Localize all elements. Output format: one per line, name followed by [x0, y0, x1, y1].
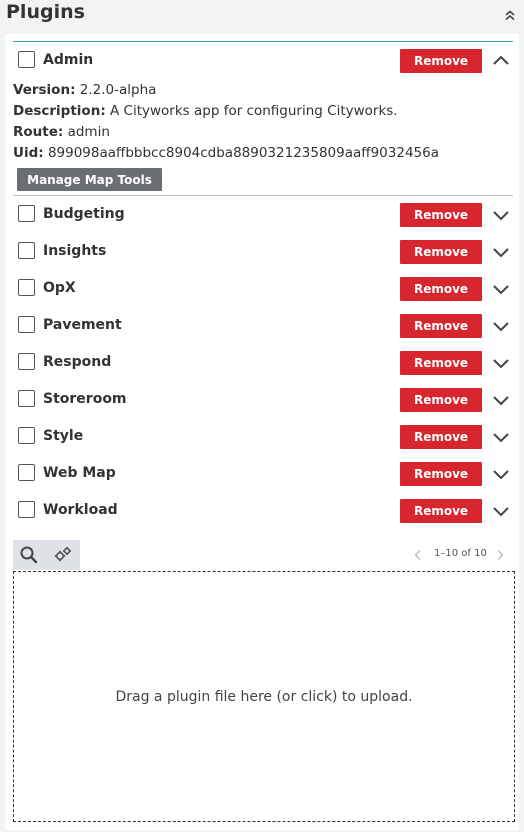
plugin-row-opx: OpX Remove: [13, 270, 513, 307]
plugin-row-admin: Admin Remove: [13, 42, 513, 79]
route-value: admin: [67, 124, 110, 140]
dropzone-text: Drag a plugin file here (or click) to up…: [115, 688, 413, 705]
remove-button[interactable]: Remove: [400, 314, 482, 338]
chevron-down-icon[interactable]: [492, 281, 510, 295]
description-value: A Cityworks app for configuring Citywork…: [110, 103, 398, 119]
remove-button[interactable]: Remove: [400, 388, 482, 412]
checkbox[interactable]: [18, 205, 35, 222]
chevron-down-icon[interactable]: [492, 244, 510, 258]
checkbox[interactable]: [18, 464, 35, 481]
remove-button[interactable]: Remove: [400, 351, 482, 375]
remove-button[interactable]: Remove: [400, 240, 482, 264]
plugin-row-style: Style Remove: [13, 418, 513, 455]
remove-button[interactable]: Remove: [400, 425, 482, 449]
chevron-down-icon[interactable]: [492, 355, 510, 369]
uid-line: Uid: 899098aaffbbbcc8904cdba889032123580…: [13, 143, 513, 164]
plugin-name: OpX: [43, 280, 76, 296]
chevron-down-icon[interactable]: [492, 429, 510, 443]
plugin-name: Budgeting: [43, 206, 125, 222]
plugin-name: Admin: [43, 52, 94, 68]
checkbox[interactable]: [18, 51, 35, 68]
chevron-right-icon[interactable]: [495, 549, 505, 561]
plugin-row-storeroom: Storeroom Remove: [13, 381, 513, 418]
remove-button[interactable]: Remove: [400, 462, 482, 486]
manage-map-tools-button[interactable]: Manage Map Tools: [17, 168, 162, 191]
version-label: Version:: [13, 82, 76, 98]
chevron-left-icon[interactable]: [413, 549, 423, 561]
checkbox[interactable]: [18, 390, 35, 407]
chevron-down-icon[interactable]: [492, 466, 510, 480]
plugin-row-respond: Respond Remove: [13, 344, 513, 381]
checkbox[interactable]: [18, 316, 35, 333]
version-line: Version: 2.2.0-alpha: [13, 80, 513, 101]
plugin-name: Pavement: [43, 317, 122, 333]
double-chevron-up-icon[interactable]: [504, 8, 516, 22]
plugin-row-pavement: Pavement Remove: [13, 307, 513, 344]
plugin-name: Respond: [43, 354, 112, 370]
uid-label: Uid:: [13, 145, 44, 161]
page-count: 1–10 of 10: [434, 548, 487, 559]
plugin-name: Storeroom: [43, 391, 127, 407]
page-title: Plugins: [6, 1, 85, 23]
gears-icon[interactable]: [53, 545, 73, 565]
checkbox[interactable]: [18, 501, 35, 518]
remove-button[interactable]: Remove: [400, 203, 482, 227]
chevron-up-icon[interactable]: [492, 53, 510, 67]
route-label: Route:: [13, 124, 64, 140]
plugin-row-budgeting: Budgeting Remove: [13, 195, 513, 233]
chevron-down-icon[interactable]: [492, 392, 510, 406]
uid-value: 899098aaffbbbcc8904cdba8890321235809aaff…: [47, 145, 439, 161]
plugin-row-web-map: Web Map Remove: [13, 455, 513, 492]
chevron-down-icon[interactable]: [492, 503, 510, 517]
plugin-name: Workload: [43, 502, 118, 518]
checkbox[interactable]: [18, 279, 35, 296]
chevron-down-icon[interactable]: [492, 207, 510, 221]
search-icon[interactable]: [19, 545, 39, 565]
version-value: 2.2.0-alpha: [79, 82, 157, 98]
plugin-name: Style: [43, 428, 84, 444]
checkbox[interactable]: [18, 427, 35, 444]
plugin-row-workload: Workload Remove: [13, 492, 513, 529]
description-line: Description: A Cityworks app for configu…: [13, 101, 513, 122]
panel-header: Plugins: [0, 0, 524, 32]
table-toolbar: [13, 540, 80, 570]
checkbox[interactable]: [18, 242, 35, 259]
chevron-down-icon[interactable]: [492, 318, 510, 332]
checkbox[interactable]: [18, 353, 35, 370]
remove-button[interactable]: Remove: [400, 499, 482, 523]
remove-button[interactable]: Remove: [400, 49, 482, 73]
plugin-name: Insights: [43, 243, 107, 259]
plugin-name: Web Map: [43, 465, 116, 481]
plugins-panel: Admin Remove Version: 2.2.0-alpha Descri…: [5, 34, 519, 830]
description-label: Description:: [13, 103, 106, 119]
plugin-details: Version: 2.2.0-alpha Description: A City…: [13, 80, 513, 164]
remove-button[interactable]: Remove: [400, 277, 482, 301]
upload-dropzone[interactable]: Drag a plugin file here (or click) to up…: [13, 571, 515, 822]
pager: 1–10 of 10: [405, 547, 510, 565]
plugin-row-insights: Insights Remove: [13, 233, 513, 270]
route-line: Route: admin: [13, 122, 513, 143]
